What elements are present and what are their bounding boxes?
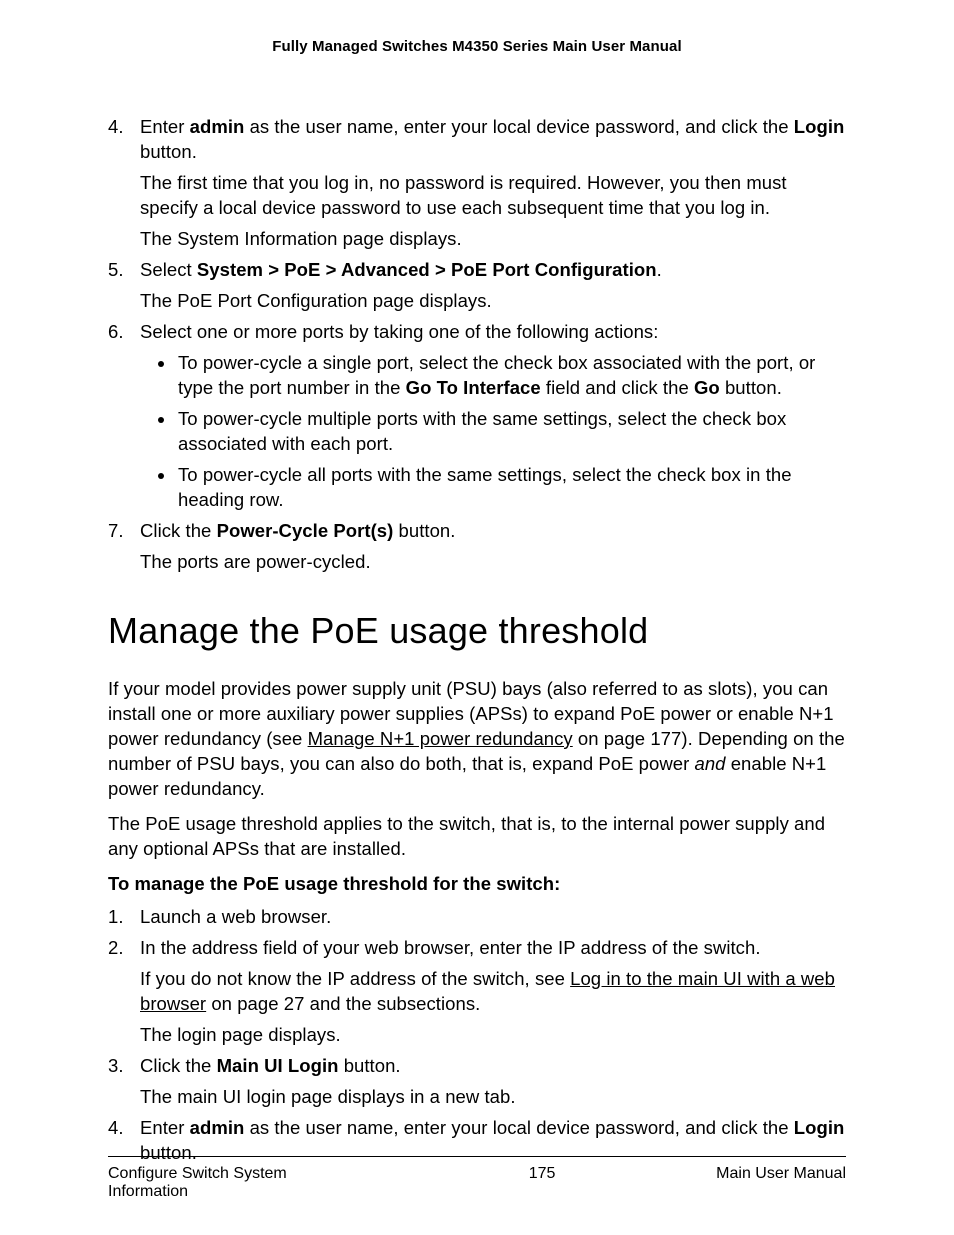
bold-text: admin xyxy=(190,116,245,137)
text: button. xyxy=(140,141,197,162)
text: button. xyxy=(339,1055,401,1076)
bold-text: System > PoE > Advanced > PoE Port Confi… xyxy=(197,259,657,280)
text: field and click the xyxy=(541,377,694,398)
step-text: Select one or more ports by taking one o… xyxy=(140,320,846,345)
text: Click the xyxy=(140,520,217,541)
step-number: 6. xyxy=(108,320,124,345)
page-footer: Configure Switch System Information 175 … xyxy=(108,1156,846,1201)
step-7: 7. Click the Power-Cycle Port(s) button.… xyxy=(108,519,846,575)
step-number: 7. xyxy=(108,519,124,544)
step-number: 4. xyxy=(108,115,124,140)
step-6: 6. Select one or more ports by taking on… xyxy=(108,320,846,513)
step-number: 5. xyxy=(108,258,124,283)
step-text: Launch a web browser. xyxy=(140,905,846,930)
running-header: Fully Managed Switches M4350 Series Main… xyxy=(108,38,846,55)
step-3: 3. Click the Main UI Login button. The m… xyxy=(108,1054,846,1110)
text: . xyxy=(657,259,662,280)
step-note: The PoE Port Configuration page displays… xyxy=(140,289,846,314)
text: button. xyxy=(720,377,782,398)
step-note: The main UI login page displays in a new… xyxy=(140,1085,846,1110)
page-body: 4. Enter admin as the user name, enter y… xyxy=(108,115,846,1166)
step-text: Click the Main UI Login button. xyxy=(140,1054,846,1079)
bold-text: Power-Cycle Port(s) xyxy=(217,520,394,541)
text: Enter xyxy=(140,1117,190,1138)
step-note: If you do not know the IP address of the… xyxy=(140,967,846,1017)
section-heading: Manage the PoE usage threshold xyxy=(108,607,846,656)
text: as the user name, enter your local devic… xyxy=(244,116,793,137)
step-5: 5. Select System > PoE > Advanced > PoE … xyxy=(108,258,846,314)
text: as the user name, enter your local devic… xyxy=(244,1117,793,1138)
text: Click the xyxy=(140,1055,217,1076)
procedure-list-1: 4. Enter admin as the user name, enter y… xyxy=(108,115,846,575)
bullet-item: To power-cycle multiple ports with the s… xyxy=(176,407,846,457)
text: Enter xyxy=(140,116,190,137)
footer-rule xyxy=(108,1156,846,1157)
italic-text: and xyxy=(695,753,726,774)
step-number: 4. xyxy=(108,1116,124,1141)
step-4: 4. Enter admin as the user name, enter y… xyxy=(108,115,846,252)
bold-text: Go To Interface xyxy=(406,377,541,398)
footer-right: Main User Manual xyxy=(716,1165,846,1183)
document-page: Fully Managed Switches M4350 Series Main… xyxy=(0,0,954,1235)
step-number: 2. xyxy=(108,936,124,961)
bold-text: admin xyxy=(190,1117,245,1138)
intro-paragraph-2: The PoE usage threshold applies to the s… xyxy=(108,812,846,862)
step-number: 1. xyxy=(108,905,124,930)
text: Select xyxy=(140,259,197,280)
step-note: The login page displays. xyxy=(140,1023,846,1048)
text: on page 27 and the subsections. xyxy=(206,993,480,1014)
bold-text: Go xyxy=(694,377,720,398)
step-note: The ports are power-cycled. xyxy=(140,550,846,575)
procedure-heading: To manage the PoE usage threshold for th… xyxy=(108,872,846,897)
sub-bullet-list: To power-cycle a single port, select the… xyxy=(140,351,846,513)
bullet-item: To power-cycle a single port, select the… xyxy=(176,351,846,401)
text: If you do not know the IP address of the… xyxy=(140,968,570,989)
footer-left: Configure Switch System Information xyxy=(108,1165,368,1201)
step-text: Enter admin as the user name, enter your… xyxy=(140,115,846,165)
step-note: The first time that you log in, no passw… xyxy=(140,171,846,221)
bold-text: Main UI Login xyxy=(217,1055,339,1076)
cross-reference-link[interactable]: Manage N+1 power redundancy xyxy=(308,728,573,749)
footer-page-number: 175 xyxy=(529,1165,556,1183)
bold-text: Login xyxy=(794,1117,845,1138)
step-number: 3. xyxy=(108,1054,124,1079)
step-note: The System Information page displays. xyxy=(140,227,846,252)
step-2: 2. In the address field of your web brow… xyxy=(108,936,846,1048)
step-1: 1. Launch a web browser. xyxy=(108,905,846,930)
step-text: Select System > PoE > Advanced > PoE Por… xyxy=(140,258,846,283)
bold-text: Login xyxy=(794,116,845,137)
intro-paragraph-1: If your model provides power supply unit… xyxy=(108,677,846,802)
footer-row: Configure Switch System Information 175 … xyxy=(108,1165,846,1201)
procedure-list-2: 1. Launch a web browser. 2. In the addre… xyxy=(108,905,846,1166)
text: button. xyxy=(393,520,455,541)
step-text: Click the Power-Cycle Port(s) button. xyxy=(140,519,846,544)
step-text: In the address field of your web browser… xyxy=(140,936,846,961)
bullet-item: To power-cycle all ports with the same s… xyxy=(176,463,846,513)
